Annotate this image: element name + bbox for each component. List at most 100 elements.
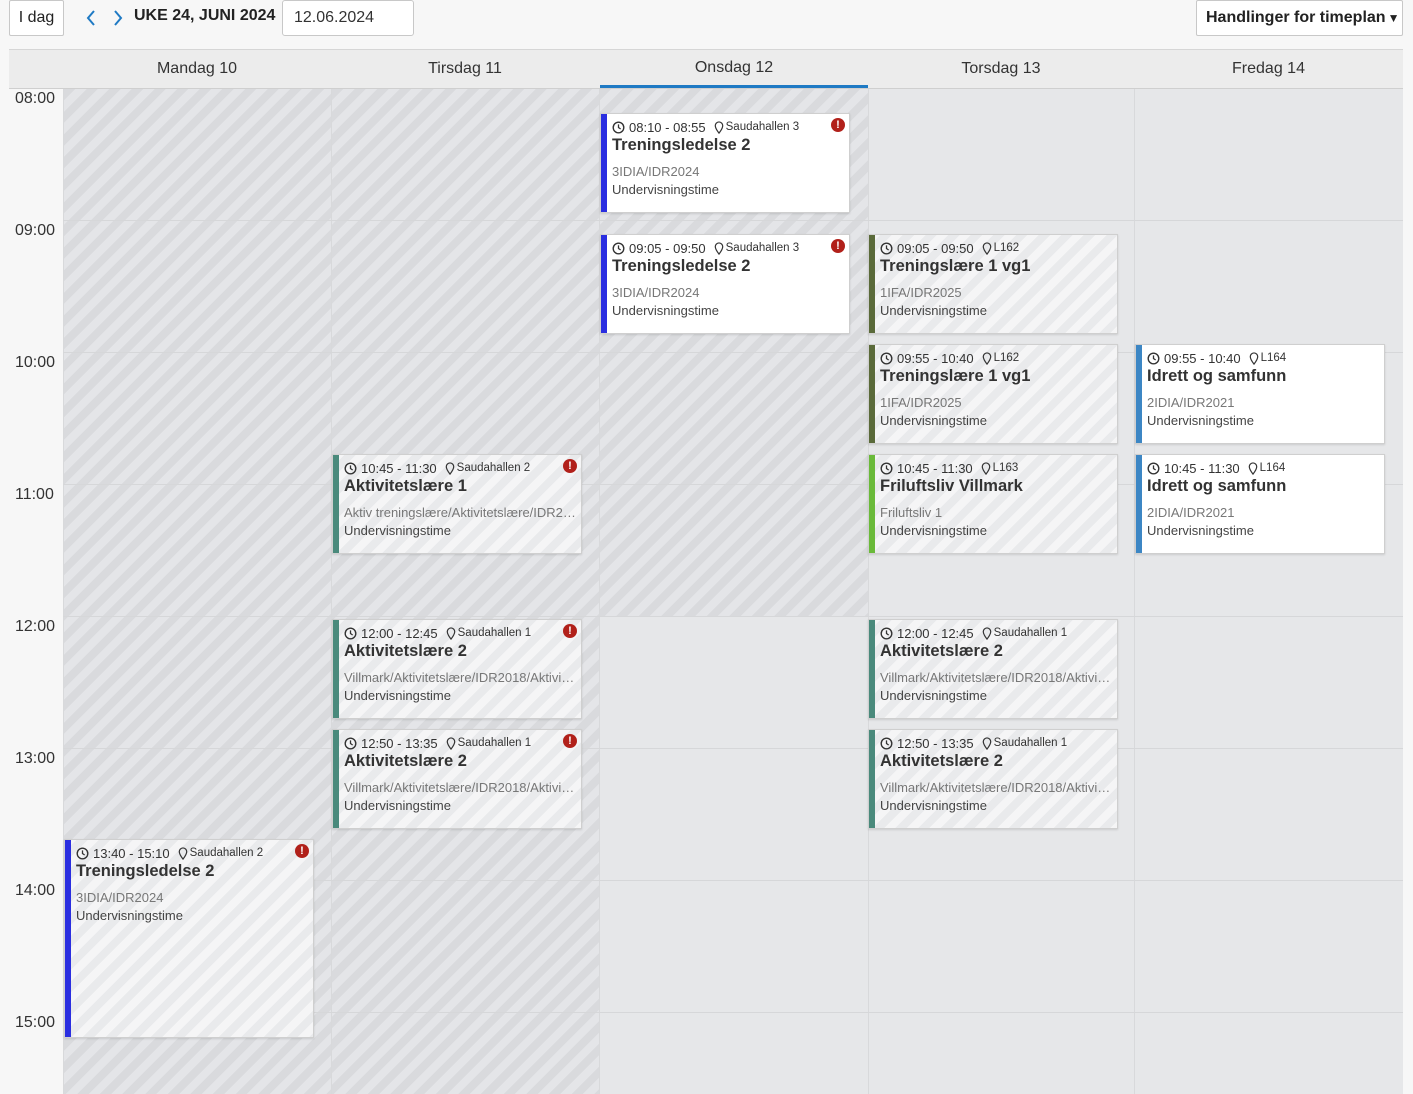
event-type: Undervisningstime xyxy=(344,523,451,538)
event-group: 2IDIA/IDR2021 xyxy=(1147,395,1235,410)
event-group: 2IDIA/IDR2021 xyxy=(1147,505,1235,520)
today-button[interactable]: I dag xyxy=(9,0,64,36)
event-room: L163 xyxy=(992,462,1019,474)
event-meta: 09:55 - 10:40 L164 xyxy=(1147,350,1286,366)
time-label: 12:00 xyxy=(15,618,56,635)
warning-icon[interactable]: ! xyxy=(563,459,577,473)
event-color-bar xyxy=(601,235,607,333)
event-title: Idrett og samfunn xyxy=(1147,477,1287,495)
event-card[interactable]: 10:45 - 11:30 Saudahallen 2! Aktivitetslær… xyxy=(332,454,582,554)
event-meta: 09:05 - 09:50 L162 xyxy=(880,240,1019,256)
event-time: 12:50 - 13:35 xyxy=(361,735,438,751)
event-meta: 10:45 - 11:30 L163 xyxy=(880,460,1018,476)
clock-icon xyxy=(612,121,625,133)
warning-icon[interactable]: ! xyxy=(831,118,845,132)
event-color-bar xyxy=(869,620,875,718)
event-group: 1IFA/IDR2025 xyxy=(880,285,962,300)
event-card[interactable]: 09:55 - 10:40 L164 Idrett og samfunn 2IDIA/… xyxy=(1135,344,1385,444)
event-title: Treningsledelse 2 xyxy=(76,862,215,880)
clock-icon xyxy=(76,847,89,859)
clock-icon xyxy=(880,627,893,639)
event-type: Undervisningstime xyxy=(76,908,183,923)
warning-icon[interactable]: ! xyxy=(563,624,577,638)
event-card[interactable]: 12:00 - 12:45 Saudahallen 1 Aktivitetslære… xyxy=(868,619,1118,719)
location-pin-icon xyxy=(982,241,991,255)
week-title: UKE 24, JUNI 2024 xyxy=(134,7,276,24)
time-label: 13:00 xyxy=(15,750,56,767)
event-title: Aktivitetslære 1 xyxy=(344,477,467,495)
event-title: Idrett og samfunn xyxy=(1147,367,1287,385)
event-time: 13:40 - 15:10 xyxy=(93,845,170,861)
event-time: 08:10 - 08:55 xyxy=(629,119,706,135)
event-title: Treningslære 1 vg1 xyxy=(880,257,1031,275)
event-meta: 09:55 - 10:40 L162 xyxy=(880,350,1019,366)
warning-icon[interactable]: ! xyxy=(295,844,309,858)
previous-week-button[interactable] xyxy=(80,6,102,30)
event-color-bar xyxy=(1136,345,1142,443)
next-week-button[interactable] xyxy=(107,6,129,30)
chevron-right-icon xyxy=(114,10,123,26)
schedule-actions-label: Handlinger for timeplan xyxy=(1206,9,1386,26)
event-type: Undervisningstime xyxy=(344,688,451,703)
event-meta: 12:50 - 13:35 Saudahallen 1 xyxy=(880,735,1067,751)
warning-icon[interactable]: ! xyxy=(831,239,845,253)
event-time: 12:00 - 12:45 xyxy=(361,625,438,641)
event-color-bar xyxy=(601,114,607,212)
event-card[interactable]: 10:45 - 11:30 L164 Idrett og samfunn 2IDIA/… xyxy=(1135,454,1385,554)
event-room: L162 xyxy=(993,242,1020,254)
event-card[interactable]: 10:45 - 11:30 L163 Friluftsliv Villmark Fri… xyxy=(868,454,1118,554)
event-card[interactable]: 13:40 - 15:10 Saudahallen 2! Treningsledel… xyxy=(64,839,314,1038)
day-header-thursday[interactable]: Torsdag 13 xyxy=(868,50,1134,88)
event-group: Villmark/Aktivitetslære/IDR2018/Aktivite… xyxy=(344,780,577,795)
event-meta: 13:40 - 15:10 Saudahallen 2 xyxy=(76,845,263,861)
day-header-monday[interactable]: Mandag 10 xyxy=(63,50,331,88)
location-pin-icon xyxy=(714,241,723,255)
day-column-wednesday[interactable] xyxy=(599,616,868,1094)
event-room: L164 xyxy=(1260,352,1287,364)
event-time: 09:05 - 09:50 xyxy=(897,240,974,256)
clock-icon xyxy=(344,627,357,639)
event-color-bar xyxy=(869,235,875,333)
event-group: Villmark/Aktivitetslære/IDR2018/Aktivite… xyxy=(344,670,577,685)
event-color-bar xyxy=(869,455,875,553)
time-label: 10:00 xyxy=(15,354,56,371)
event-meta: 10:45 - 11:30 L164 xyxy=(1147,460,1285,476)
schedule-actions-dropdown[interactable]: Handlinger for timeplan ▼ xyxy=(1196,0,1403,36)
day-header-tuesday[interactable]: Tirsdag 11 xyxy=(331,50,599,88)
event-meta: 09:05 - 09:50 Saudahallen 3 xyxy=(612,240,799,256)
warning-icon[interactable]: ! xyxy=(563,734,577,748)
event-room: Saudahallen 2 xyxy=(456,462,531,474)
event-card[interactable]: 12:50 - 13:35 Saudahallen 1 Aktivitetslære… xyxy=(868,729,1118,829)
event-type: Undervisningstime xyxy=(880,413,987,428)
event-room: L162 xyxy=(993,352,1020,364)
day-column-friday[interactable] xyxy=(1134,89,1403,1094)
event-title: Friluftsliv Villmark xyxy=(880,477,1023,495)
event-title: Aktivitetslære 2 xyxy=(880,642,1003,660)
event-card[interactable]: 09:55 - 10:40 L162 Treningslære 1 vg1 1IFA/… xyxy=(868,344,1118,444)
day-header-wednesday[interactable]: Onsdag 12 xyxy=(600,50,868,88)
day-header-friday[interactable]: Fredag 14 xyxy=(1134,50,1403,88)
location-pin-icon xyxy=(1248,461,1257,475)
date-input[interactable] xyxy=(282,0,414,36)
event-card[interactable]: 09:05 - 09:50 L162 Treningslære 1 vg1 1IFA/… xyxy=(868,234,1118,334)
event-type: Undervisningstime xyxy=(880,303,987,318)
event-card[interactable]: 09:05 - 09:50 Saudahallen 3! Treningsledel… xyxy=(600,234,850,334)
event-room: Saudahallen 2 xyxy=(189,847,264,859)
event-room: Saudahallen 3 xyxy=(725,242,800,254)
event-card[interactable]: 08:10 - 08:55 Saudahallen 3! Treningsledel… xyxy=(600,113,850,213)
event-time: 10:45 - 11:30 xyxy=(361,460,437,476)
event-group: 3IDIA/IDR2024 xyxy=(76,890,164,905)
event-time: 09:55 - 10:40 xyxy=(897,350,974,366)
event-color-bar xyxy=(869,730,875,828)
time-label: 14:00 xyxy=(15,882,56,899)
event-card[interactable]: 12:00 - 12:45 Saudahallen 1! Aktivitetslær… xyxy=(332,619,582,719)
clock-icon xyxy=(1147,462,1160,474)
event-type: Undervisningstime xyxy=(880,523,987,538)
day-column-tuesday[interactable] xyxy=(331,89,599,1094)
event-card[interactable]: 12:50 - 13:35 Saudahallen 1! Aktivitetslær… xyxy=(332,729,582,829)
event-room: Saudahallen 1 xyxy=(993,627,1068,639)
event-meta: 12:00 - 12:45 Saudahallen 1 xyxy=(344,625,531,641)
event-type: Undervisningstime xyxy=(880,688,987,703)
event-room: Saudahallen 1 xyxy=(993,737,1068,749)
clock-icon xyxy=(880,352,893,364)
